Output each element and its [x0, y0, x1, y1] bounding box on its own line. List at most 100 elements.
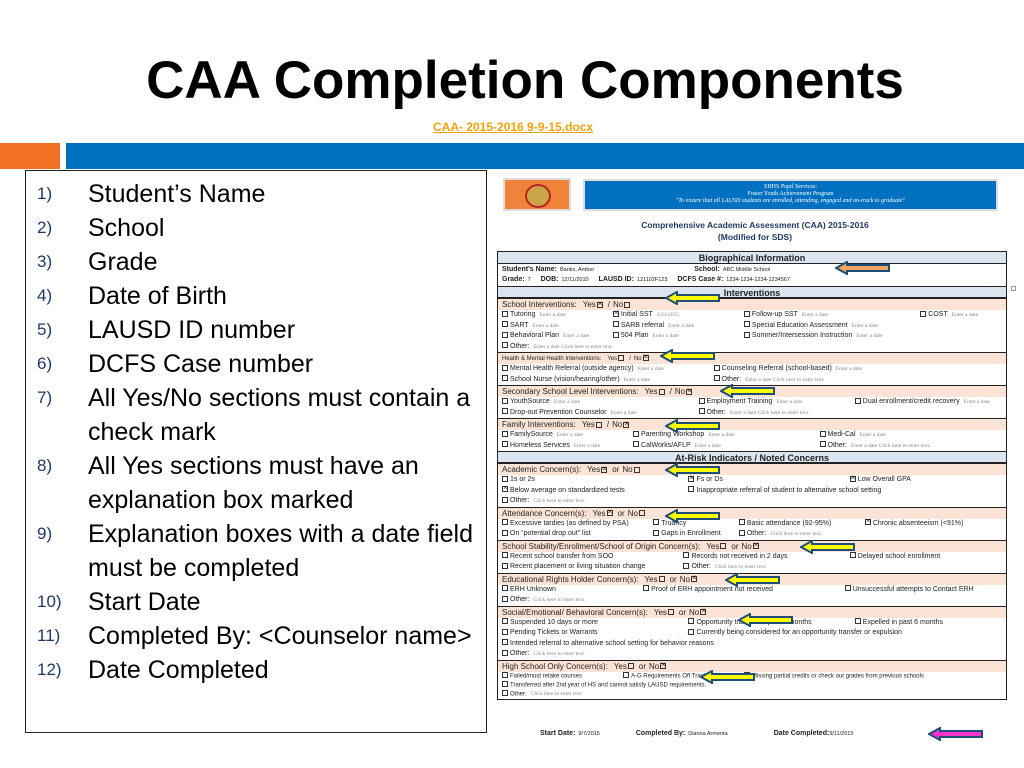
- checkbox[interactable]: [502, 649, 508, 656]
- checkbox[interactable]: [864, 519, 871, 526]
- date-field[interactable]: Enter a date Click here to enter text.: [533, 344, 612, 350]
- date-field[interactable]: Click here to enter text.: [533, 651, 585, 657]
- date-field[interactable]: Enter a date: [836, 366, 862, 372]
- checkbox[interactable]: [502, 689, 508, 696]
- no-checkbox[interactable]: [624, 301, 631, 308]
- checkbox[interactable]: [698, 408, 705, 414]
- checkbox[interactable]: [743, 321, 750, 327]
- checkbox[interactable]: [612, 310, 619, 318]
- date-field[interactable]: Enter a date: [539, 312, 565, 318]
- checkbox[interactable]: [738, 519, 745, 525]
- checkbox[interactable]: [502, 519, 508, 525]
- date-field[interactable]: Enter a date: [611, 410, 637, 416]
- yes-checkbox[interactable]: [658, 388, 665, 395]
- yes-checkbox[interactable]: [596, 299, 603, 309]
- checkbox[interactable]: [844, 585, 851, 591]
- date-field[interactable]: Enter a date: [802, 312, 828, 318]
- no-checkbox[interactable]: [700, 606, 707, 616]
- date-field[interactable]: Enter a date: [624, 377, 650, 383]
- no-checkbox[interactable]: [752, 540, 759, 550]
- yes-checkbox[interactable]: [720, 543, 727, 549]
- checkbox[interactable]: [612, 331, 619, 338]
- checkbox[interactable]: [653, 519, 660, 525]
- checkbox[interactable]: [502, 680, 508, 687]
- checkbox[interactable]: [713, 364, 720, 371]
- date-field[interactable]: Enter a date: [563, 333, 589, 339]
- checkbox[interactable]: [502, 486, 508, 493]
- checkbox[interactable]: [502, 552, 508, 558]
- date-field[interactable]: Enter a date: [653, 333, 679, 339]
- checkbox[interactable]: [643, 585, 650, 591]
- checkbox[interactable]: [502, 441, 508, 447]
- date-field[interactable]: Click here to enter text.: [770, 531, 822, 537]
- yes-checkbox[interactable]: [658, 576, 665, 582]
- date-field[interactable]: Enter a date: [668, 323, 694, 329]
- date-field[interactable]: Click here to enter text.: [533, 597, 585, 603]
- checkbox[interactable]: [502, 408, 508, 414]
- checkbox[interactable]: [502, 562, 508, 569]
- checkbox[interactable]: [502, 375, 508, 381]
- checkbox[interactable]: [854, 397, 861, 404]
- checkbox[interactable]: [743, 331, 750, 338]
- date-field[interactable]: Enter a date: [952, 312, 978, 318]
- date-field[interactable]: Enter a date Click here to enter text.: [745, 377, 824, 383]
- checkbox[interactable]: [683, 552, 690, 558]
- date-field[interactable]: 3/21/2015: [657, 312, 679, 318]
- no-checkbox[interactable]: [642, 352, 649, 362]
- date-field[interactable]: Enter a date: [638, 366, 664, 372]
- checkbox[interactable]: [622, 671, 629, 678]
- checkbox[interactable]: [502, 595, 508, 602]
- date-field[interactable]: Click here to enter text.: [531, 691, 583, 697]
- no-checkbox[interactable]: [623, 419, 630, 429]
- checkbox[interactable]: [502, 628, 508, 635]
- no-checkbox[interactable]: [633, 466, 640, 473]
- checkbox[interactable]: [502, 475, 508, 482]
- no-checkbox[interactable]: [686, 386, 693, 396]
- date-field[interactable]: Enter a date Click here to enter text.: [851, 443, 930, 449]
- no-checkbox[interactable]: [690, 573, 697, 583]
- checkbox[interactable]: [688, 486, 695, 492]
- date-field[interactable]: Click here to enter text.: [715, 564, 767, 570]
- checkbox[interactable]: [819, 430, 826, 437]
- checkbox[interactable]: [502, 585, 508, 591]
- checkbox[interactable]: [688, 628, 695, 635]
- checkbox[interactable]: [502, 321, 508, 327]
- checkbox[interactable]: [633, 430, 640, 437]
- checkbox[interactable]: [502, 331, 508, 338]
- checkbox[interactable]: [920, 310, 927, 317]
- checkbox[interactable]: [502, 639, 508, 645]
- checkbox[interactable]: [502, 397, 508, 404]
- checkbox[interactable]: [612, 321, 619, 327]
- date-field[interactable]: Enter a date: [554, 399, 580, 405]
- date-field[interactable]: Enter a date: [852, 323, 878, 329]
- date-field[interactable]: Enter a date: [557, 432, 583, 438]
- yes-checkbox[interactable]: [595, 421, 602, 428]
- checkbox[interactable]: [502, 496, 508, 503]
- no-checkbox[interactable]: [638, 510, 645, 516]
- checkbox[interactable]: [698, 397, 705, 404]
- checkbox[interactable]: [633, 441, 640, 447]
- no-checkbox[interactable]: [660, 660, 667, 670]
- date-field[interactable]: Click here to enter text.: [533, 498, 585, 504]
- checkbox[interactable]: [502, 618, 508, 624]
- checkbox[interactable]: [502, 529, 508, 536]
- date-field[interactable]: Enter a date: [776, 399, 802, 405]
- date-field[interactable]: Enter a date Click here to enter text.: [730, 410, 809, 416]
- yes-checkbox[interactable]: [627, 663, 634, 669]
- yes-checkbox[interactable]: [601, 464, 608, 474]
- checkbox[interactable]: [819, 441, 826, 447]
- checkbox[interactable]: [683, 562, 690, 569]
- checkbox[interactable]: [713, 375, 720, 381]
- date-field[interactable]: Enter a date: [533, 323, 559, 329]
- yes-checkbox[interactable]: [667, 609, 674, 615]
- checkbox[interactable]: [502, 364, 508, 371]
- checkbox[interactable]: [738, 529, 745, 536]
- document-link[interactable]: CAA- 2015-2016 9-9-15.docx: [433, 120, 593, 134]
- checkbox[interactable]: [653, 529, 660, 536]
- checkbox[interactable]: [743, 310, 750, 317]
- checkbox[interactable]: [502, 671, 508, 678]
- date-field[interactable]: Enter a date: [695, 443, 721, 449]
- checkbox[interactable]: [688, 618, 695, 624]
- date-field[interactable]: Enter a date: [856, 333, 882, 339]
- yes-checkbox[interactable]: [618, 354, 625, 361]
